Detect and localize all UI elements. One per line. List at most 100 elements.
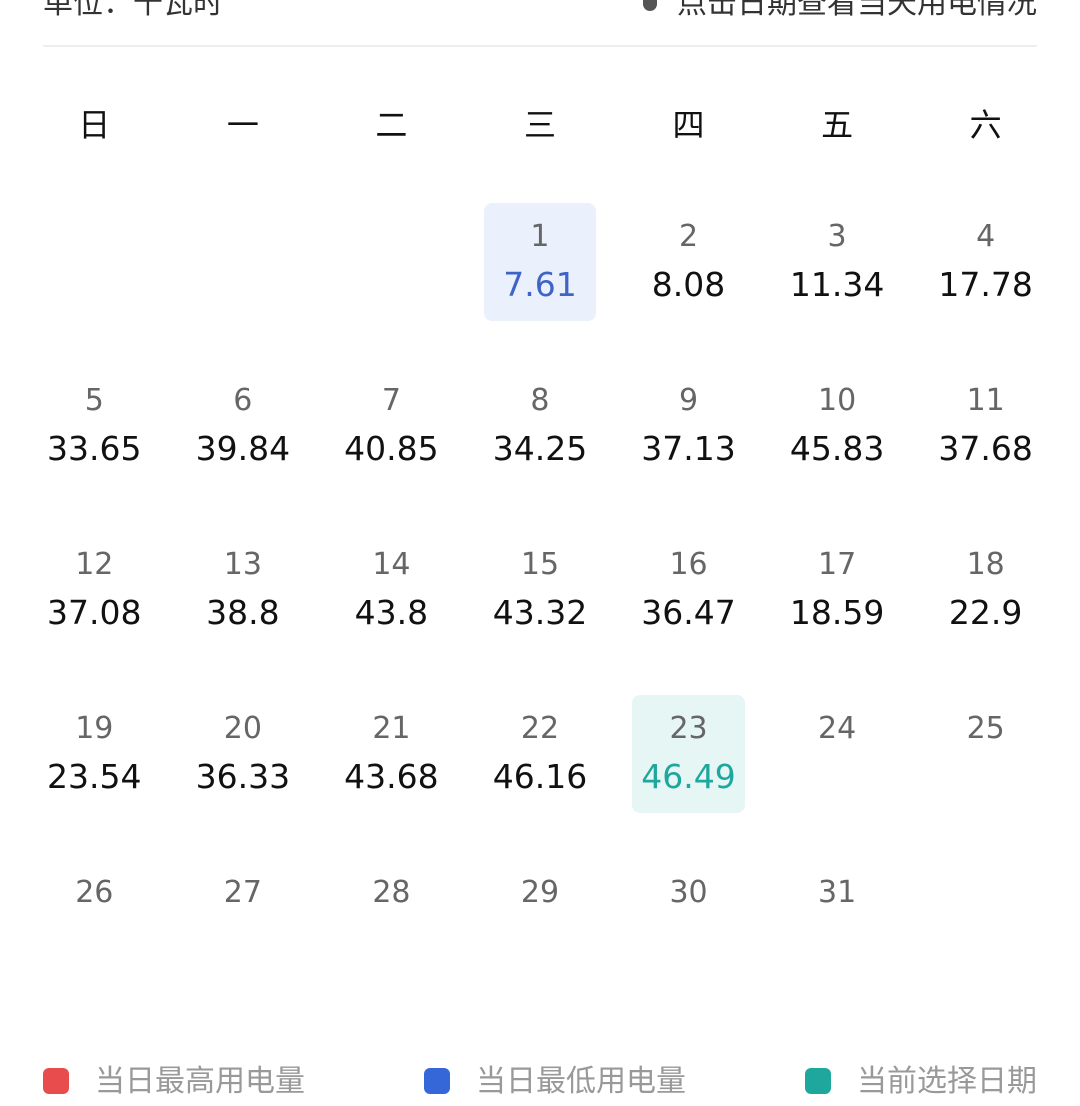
calendar-day-25[interactable]: 25	[911, 695, 1060, 859]
calendar-day-29[interactable]: 29	[466, 859, 615, 1023]
calendar-day-1[interactable]: 1 7.61	[466, 203, 615, 367]
header-divider	[43, 45, 1037, 47]
calendar-day-6[interactable]: 6 39.84	[169, 367, 318, 531]
calendar-empty-cell	[317, 203, 466, 367]
usage-value: 8.08	[651, 265, 726, 304]
day-number: 29	[520, 875, 560, 910]
day-number: 6	[233, 383, 253, 418]
weekday-fri: 五	[821, 106, 854, 144]
legend-label-selected: 当前选择日期	[857, 1064, 1037, 1099]
usage-value: 37.68	[938, 429, 1033, 468]
day-number: 2	[678, 219, 699, 254]
calendar-day-21[interactable]: 21 43.68	[317, 695, 466, 859]
calendar-day-10[interactable]: 10 45.83	[763, 367, 912, 531]
day-number: 10	[818, 383, 857, 418]
calendar-day-11[interactable]: 11 37.68	[911, 367, 1060, 531]
usage-value: 45.83	[789, 429, 885, 468]
usage-value: 37.08	[47, 593, 142, 632]
calendar-day-9[interactable]: 9 37.13	[614, 367, 763, 531]
legend-label-lowest: 当日最低用电量	[476, 1064, 686, 1099]
calendar-day-4[interactable]: 4 17.78	[911, 203, 1060, 367]
usage-value: 36.33	[195, 757, 291, 796]
usage-value: 43.68	[344, 757, 439, 796]
calendar-day-2[interactable]: 2 8.08	[614, 203, 763, 367]
usage-value: 46.16	[492, 757, 588, 796]
calendar-day-16[interactable]: 16 36.47	[614, 531, 763, 695]
day-number: 1	[530, 219, 550, 254]
usage-value: 34.25	[492, 429, 588, 468]
calendar-day-23[interactable]: 23 46.49	[614, 695, 763, 859]
day-number: 27	[223, 875, 262, 910]
legend: 当日最高用电量 当日最低用电量 当前选择日期	[43, 1056, 1037, 1106]
calendar-day-31[interactable]: 31	[763, 859, 912, 1023]
calendar-day-5[interactable]: 5 33.65	[20, 367, 169, 531]
usage-value: 22.9	[948, 593, 1023, 632]
day-number: 19	[75, 711, 114, 746]
day-number: 9	[678, 383, 699, 418]
usage-value: 38.8	[206, 593, 280, 632]
weekday-mon: 一	[226, 106, 259, 144]
day-number: 28	[372, 875, 411, 910]
calendar-day-22[interactable]: 22 46.16	[466, 695, 615, 859]
day-number: 17	[818, 547, 857, 582]
day-number: 11	[966, 383, 1005, 418]
calendar-day-18[interactable]: 18 22.9	[911, 531, 1060, 695]
day-number: 26	[75, 875, 114, 910]
usage-value: 23.54	[47, 757, 142, 796]
calendar-empty-cell	[169, 203, 318, 367]
day-number: 3	[827, 219, 847, 254]
usage-value: 33.65	[47, 429, 142, 468]
calendar-day-19[interactable]: 19 23.54	[20, 695, 169, 859]
calendar-empty-cell	[20, 203, 169, 367]
day-number: 31	[818, 875, 857, 910]
day-number: 13	[223, 547, 262, 582]
calendar-day-12[interactable]: 12 37.08	[20, 531, 169, 695]
day-number: 14	[372, 547, 411, 582]
calendar-day-24[interactable]: 24	[763, 695, 912, 859]
calendar-day-14[interactable]: 14 43.8	[317, 531, 466, 695]
legend-item-highest: 当日最高用电量	[43, 1056, 305, 1106]
day-number: 4	[976, 219, 996, 254]
calendar-day-3[interactable]: 3 11.34	[763, 203, 912, 367]
usage-value: 37.13	[641, 429, 736, 468]
legend-swatch-selected	[805, 1068, 831, 1094]
legend-swatch-lowest	[424, 1068, 450, 1094]
calendar-day-26[interactable]: 26	[20, 859, 169, 1023]
unit-label: 单位：千瓦时	[43, 0, 223, 21]
weekday-sun: 日	[78, 106, 111, 144]
day-number: 7	[381, 383, 401, 418]
usage-value: 40.85	[344, 429, 439, 468]
weekday-thu: 四	[672, 106, 705, 144]
day-number: 16	[669, 547, 708, 582]
calendar-day-30[interactable]: 30	[614, 859, 763, 1023]
day-number: 20	[223, 711, 262, 746]
calendar-day-13[interactable]: 13 38.8	[169, 531, 318, 695]
weekday-wed: 三	[523, 106, 556, 144]
usage-value: 17.78	[938, 265, 1033, 304]
header-bar: 单位：千瓦时 点击日期查看当天用电情况	[43, 0, 1037, 22]
usage-value: 46.49	[641, 757, 736, 796]
day-number: 21	[372, 711, 411, 746]
calendar-day-28[interactable]: 28	[317, 859, 466, 1023]
weekday-sat: 六	[969, 106, 1002, 144]
calendar-day-20[interactable]: 20 36.33	[169, 695, 318, 859]
calendar-day-27[interactable]: 27	[169, 859, 318, 1023]
calendar-day-15[interactable]: 15 43.32	[466, 531, 615, 695]
usage-value: 18.59	[789, 593, 885, 632]
day-number: 30	[669, 875, 708, 910]
usage-value: 36.47	[641, 593, 736, 632]
usage-value: 7.61	[503, 265, 577, 304]
usage-value: 11.34	[789, 265, 885, 304]
calendar-day-8[interactable]: 8 34.25	[466, 367, 615, 531]
usage-value: 39.84	[195, 429, 291, 468]
day-number: 24	[818, 711, 857, 746]
legend-item-selected: 当前选择日期	[805, 1056, 1037, 1106]
calendar-day-7[interactable]: 7 40.85	[317, 367, 466, 531]
usage-value: 43.8	[354, 593, 429, 632]
calendar-grid: 1 7.61 2 8.08 3 11.34 4 17.78 5 33.65 6 39.84 7 40.85…	[20, 203, 1060, 1023]
weekday-tue: 二	[375, 106, 408, 144]
day-number: 12	[75, 547, 114, 582]
calendar-day-17[interactable]: 17 18.59	[763, 531, 912, 695]
weekday-header: 日 一 二 三 四 五 六	[20, 98, 1060, 152]
legend-label-highest: 当日最高用电量	[95, 1064, 305, 1099]
